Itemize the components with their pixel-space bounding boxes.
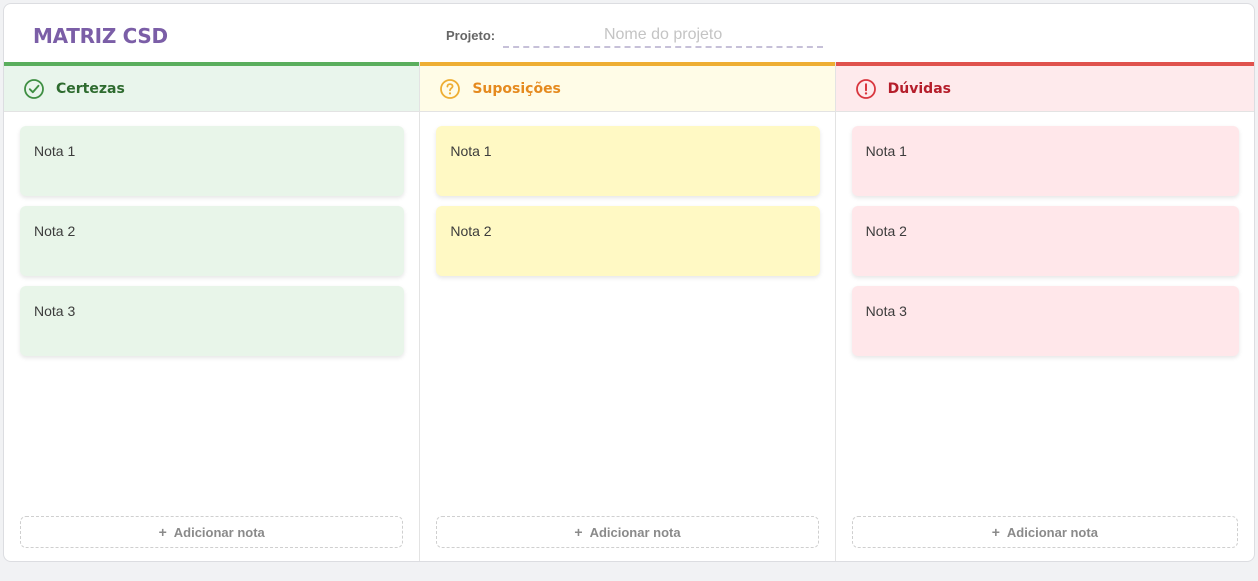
note-card[interactable]: Nota 2 bbox=[20, 206, 405, 276]
add-note-label: Adicionar nota bbox=[589, 524, 681, 540]
question-circle-icon bbox=[439, 78, 461, 100]
columns: Certezas Nota 1 Nota 2 Nota 3 + Adiciona… bbox=[4, 62, 1254, 561]
add-note-button-duvidas[interactable]: + Adicionar nota bbox=[851, 516, 1238, 548]
exclamation-circle-icon bbox=[855, 78, 877, 100]
column-duvidas: Dúvidas Nota 1 Nota 2 Nota 3 + Adicionar… bbox=[835, 62, 1254, 561]
project-name-input[interactable] bbox=[503, 24, 824, 48]
note-list: Nota 1 Nota 2 Nota 3 bbox=[4, 112, 419, 356]
header: MATRIZ CSD Projeto: bbox=[4, 4, 1254, 62]
note-card[interactable]: Nota 3 bbox=[20, 286, 405, 356]
add-note-button-suposicoes[interactable]: + Adicionar nota bbox=[436, 516, 819, 548]
plus-icon: + bbox=[158, 524, 167, 540]
note-card[interactable]: Nota 1 bbox=[851, 126, 1239, 196]
column-suposicoes: Suposições Nota 1 Nota 2 + Adicionar not… bbox=[420, 62, 836, 561]
column-title: Certezas bbox=[56, 80, 125, 97]
note-card[interactable]: Nota 2 bbox=[436, 206, 820, 276]
note-card[interactable]: Nota 1 bbox=[436, 126, 820, 196]
note-card[interactable]: Nota 3 bbox=[851, 286, 1239, 356]
page-title: MATRIZ CSD bbox=[33, 24, 168, 48]
column-header-certezas: Certezas bbox=[4, 62, 420, 112]
column-title: Suposições bbox=[472, 80, 561, 97]
note-list: Nota 1 Nota 2 bbox=[420, 112, 834, 276]
csd-matrix-board: MATRIZ CSD Projeto: Certezas Nota 1 Nota… bbox=[3, 3, 1255, 562]
add-note-label: Adicionar nota bbox=[173, 524, 265, 540]
column-header-duvidas: Dúvidas bbox=[835, 62, 1254, 112]
note-card[interactable]: Nota 1 bbox=[20, 126, 405, 196]
add-note-button-certezas[interactable]: + Adicionar nota bbox=[20, 516, 404, 548]
note-list: Nota 1 Nota 2 Nota 3 bbox=[836, 112, 1254, 356]
project-field-group: Projeto: bbox=[446, 24, 824, 48]
column-title: Dúvidas bbox=[887, 80, 951, 97]
add-note-label: Adicionar nota bbox=[1006, 524, 1098, 540]
project-label: Projeto: bbox=[446, 28, 496, 43]
note-card[interactable]: Nota 2 bbox=[851, 206, 1239, 276]
column-certezas: Certezas Nota 1 Nota 2 Nota 3 + Adiciona… bbox=[4, 62, 421, 561]
plus-icon: + bbox=[574, 524, 583, 540]
plus-icon: + bbox=[991, 524, 1000, 540]
check-circle-icon bbox=[23, 78, 45, 100]
column-header-suposicoes: Suposições bbox=[420, 62, 835, 112]
